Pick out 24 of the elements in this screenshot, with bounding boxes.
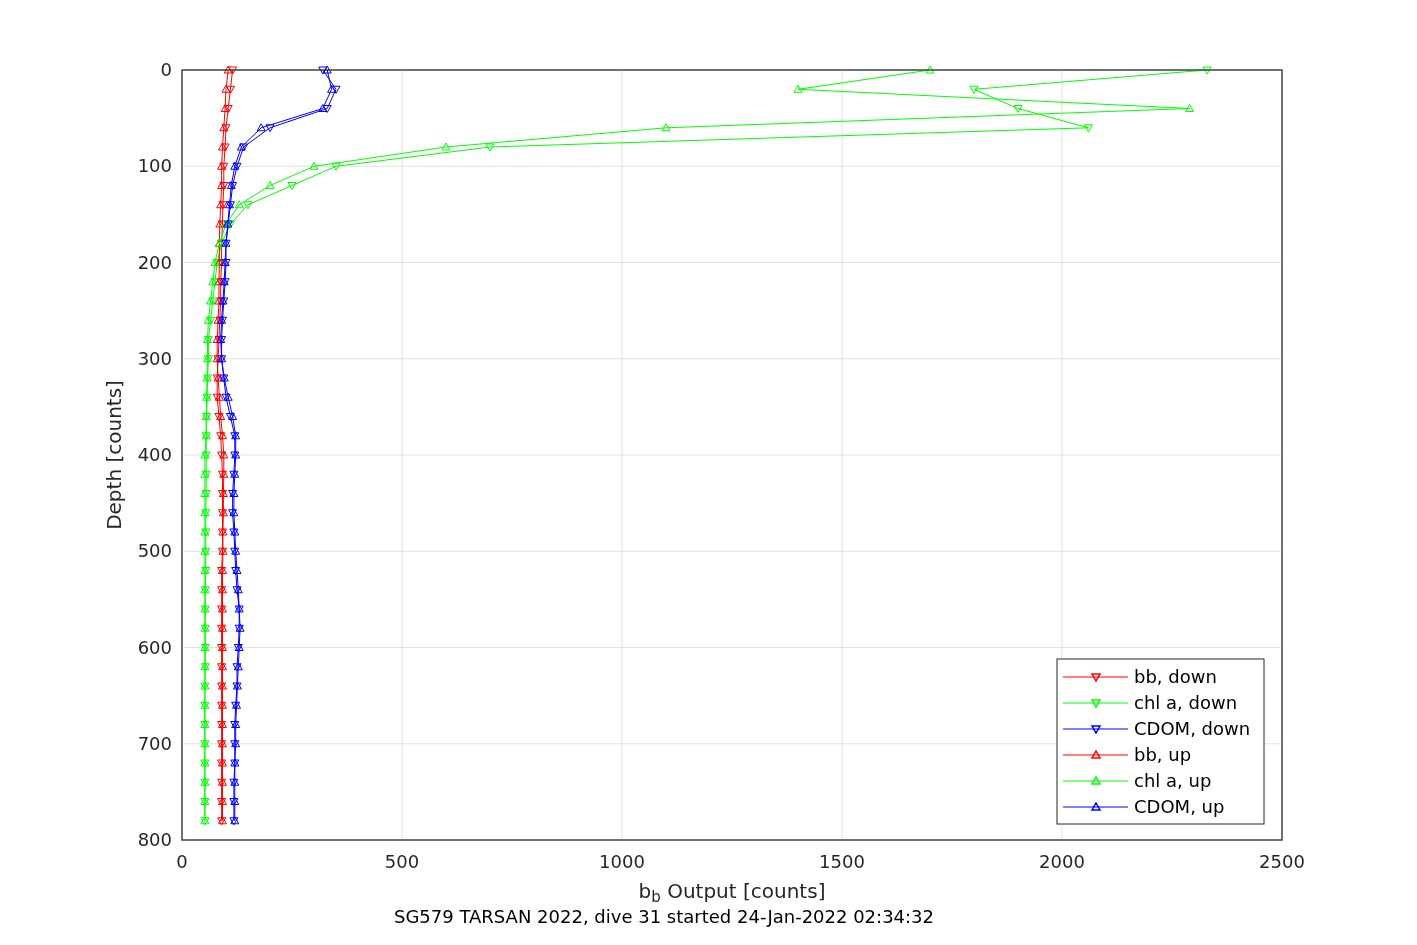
y-tick-label: 300 xyxy=(137,347,172,369)
legend-label: chl a, up xyxy=(1134,770,1212,791)
y-tick-label: 100 xyxy=(137,155,172,177)
x-axis-label: b$_{b}$ Output [counts] xyxy=(638,879,826,903)
legend-label: CDOM, down xyxy=(1134,718,1251,739)
x-tick-label: 0 xyxy=(176,851,188,872)
x-tick-label: 1000 xyxy=(599,851,645,872)
legend-label: bb, down xyxy=(1134,666,1217,687)
legend-label: chl a, down xyxy=(1134,692,1238,713)
y-axis-label: Depth [counts] xyxy=(102,380,126,530)
legend-label: CDOM, up xyxy=(1134,796,1225,817)
legend-label: bb, up xyxy=(1134,744,1192,765)
y-tick-label: 200 xyxy=(137,251,172,273)
y-tick-label: 800 xyxy=(137,829,172,850)
y-tick-label: 0 xyxy=(160,59,172,80)
y-tick-label: 500 xyxy=(137,540,172,562)
x-tick-label: 500 xyxy=(384,851,420,872)
chart-title: SG579 TARSAN 2022, dive 31 started 24-Jan-2022 02:34:32 xyxy=(393,906,934,927)
y-tick-label: 400 xyxy=(137,444,172,465)
x-tick-label: 1500 xyxy=(819,851,865,872)
x-tick-label: 2000 xyxy=(1039,851,1085,872)
x-tick-label: 2500 xyxy=(1259,851,1305,872)
y-tick-label: 700 xyxy=(137,732,172,754)
y-tick-label: 600 xyxy=(137,636,172,658)
